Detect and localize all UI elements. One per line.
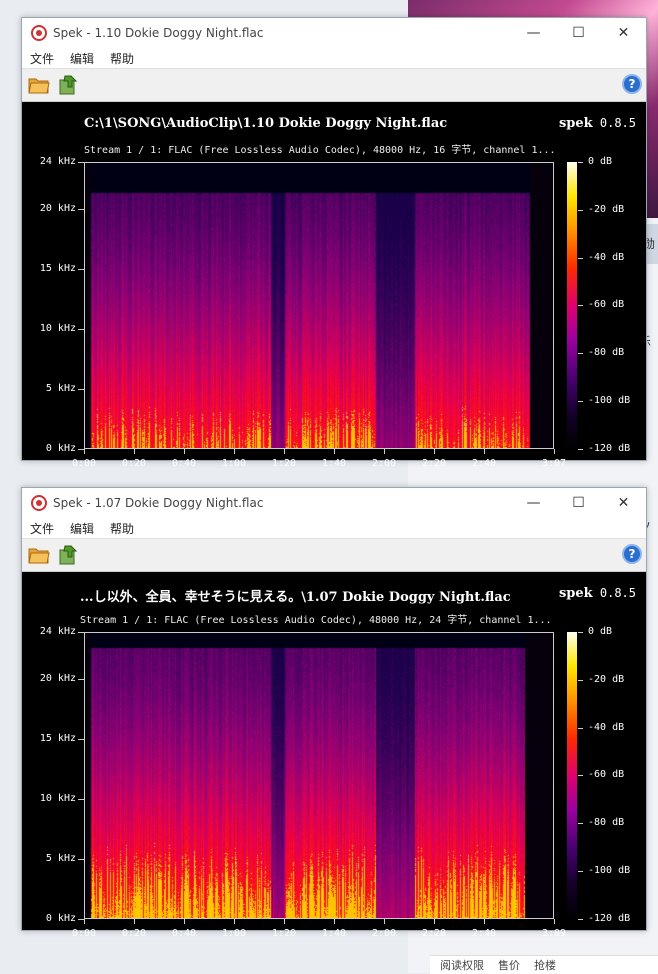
menu-edit[interactable]: 编辑 <box>62 50 102 67</box>
time-axis-label: 2:40 <box>471 458 497 469</box>
help-icon[interactable]: ? <box>622 544 642 564</box>
spek-app-icon <box>31 495 47 511</box>
time-axis-label: 2:20 <box>421 458 447 469</box>
file-path: C:\1\SONG\AudioClip\1.10 Dokie Doggy Nig… <box>84 116 448 131</box>
toolbar: ? <box>22 539 646 572</box>
close-icon[interactable]: ✕ <box>601 488 646 518</box>
file-path: ...し以外、全員、幸せそうに見える。\1.07 Dokie Doggy Nig… <box>80 590 511 605</box>
time-axis-label: 1:40 <box>321 928 347 939</box>
spectrogram-panel: ...し以外、全員、幸せそうに見える。\1.07 Dokie Doggy Nig… <box>22 572 646 939</box>
db-color-scale <box>567 632 577 919</box>
minimize-icon[interactable]: — <box>511 488 556 518</box>
db-scale-label: -120 dB <box>588 912 631 924</box>
folder-open-icon[interactable] <box>27 543 51 567</box>
menu-file[interactable]: 文件 <box>22 50 62 67</box>
spek-app-icon <box>31 25 47 41</box>
frequency-axis-label: 10 kHz <box>39 323 76 334</box>
frequency-axis-label: 0 kHz <box>45 913 76 924</box>
menu-edit[interactable]: 编辑 <box>62 520 102 537</box>
db-scale-label: -80 dB <box>588 347 625 359</box>
maximize-icon[interactable]: ☐ <box>556 18 601 48</box>
toolbar: ? <box>22 69 646 102</box>
window-title: Spek - 1.07 Dokie Doggy Night.flac <box>53 496 264 510</box>
db-scale-label: -60 dB <box>588 299 625 311</box>
menu-bar: 文件 编辑 帮助 <box>22 518 646 539</box>
time-axis-label: 2:00 <box>371 928 397 939</box>
db-scale-label: -100 dB <box>588 865 631 876</box>
time-axis-label: 0:00 <box>71 458 97 469</box>
app-version: spek 0.8.5 <box>559 116 636 131</box>
app-name: spek <box>558 586 593 601</box>
db-scale-label: -60 dB <box>588 769 625 781</box>
folder-open-icon[interactable] <box>27 73 51 97</box>
frequency-axis-label: 24 kHz <box>39 626 76 637</box>
frequency-axis-label: 20 kHz <box>39 673 76 684</box>
close-icon[interactable]: ✕ <box>601 18 646 48</box>
app-version: spek 0.8.5 <box>559 586 636 601</box>
title-bar[interactable]: Spek - 1.07 Dokie Doggy Night.flac — ☐ ✕ <box>22 488 646 518</box>
time-axis-label: 3:09 <box>541 928 567 939</box>
time-axis-label: 2:40 <box>471 928 497 939</box>
time-axis-label: 1:20 <box>271 928 297 939</box>
spek-window: Spek - 1.10 Dokie Doggy Night.flac — ☐ ✕… <box>21 17 647 469</box>
db-scale-label: -40 dB <box>588 251 625 263</box>
frequency-axis-label: 10 kHz <box>39 793 76 804</box>
spectrogram-plot[interactable] <box>84 162 554 449</box>
time-axis-label: 1:00 <box>221 458 247 469</box>
save-arrow-icon[interactable] <box>56 543 80 567</box>
title-bar[interactable]: Spek - 1.10 Dokie Doggy Night.flac — ☐ ✕ <box>22 18 646 48</box>
window-title: Spek - 1.10 Dokie Doggy Night.flac <box>53 26 264 40</box>
minimize-icon[interactable]: — <box>511 18 556 48</box>
version-number: 0.8.5 <box>599 116 636 130</box>
frequency-axis-label: 20 kHz <box>39 203 76 214</box>
app-name: spek <box>558 116 593 131</box>
time-axis-label: 1:20 <box>271 458 297 469</box>
spectrogram-canvas <box>85 163 553 448</box>
time-axis-label: 2:00 <box>371 458 397 469</box>
background-tab-bar: 阅读权限 售价 抢楼 <box>430 955 658 974</box>
spectrogram-canvas <box>85 633 553 918</box>
menu-bar: 文件 编辑 帮助 <box>22 48 646 69</box>
menu-help[interactable]: 帮助 <box>102 50 142 67</box>
time-axis-label: 2:20 <box>421 928 447 939</box>
time-axis-label: 1:00 <box>221 928 247 939</box>
db-scale-label: -40 dB <box>588 721 625 733</box>
frequency-axis-label: 24 kHz <box>39 156 76 167</box>
stream-info: Stream 1 / 1: FLAC (Free Lossless Audio … <box>84 145 556 156</box>
menu-help[interactable]: 帮助 <box>102 520 142 537</box>
time-axis-label: 0:20 <box>121 458 147 469</box>
frequency-axis-label: 5 kHz <box>45 383 76 394</box>
tab-read-permission[interactable]: 阅读权限 <box>440 957 484 973</box>
time-axis-label: 0:40 <box>171 458 197 469</box>
db-color-scale <box>567 162 577 449</box>
maximize-icon[interactable]: ☐ <box>556 488 601 518</box>
frequency-axis-label: 0 kHz <box>45 443 76 454</box>
help-icon[interactable]: ? <box>622 74 642 94</box>
time-axis-label: 1:40 <box>321 458 347 469</box>
frequency-axis-label: 5 kHz <box>45 853 76 864</box>
db-scale-label: -100 dB <box>588 395 631 406</box>
db-scale-label: -20 dB <box>588 203 625 215</box>
db-scale-label: -120 dB <box>588 442 631 454</box>
spek-window: Spek - 1.07 Dokie Doggy Night.flac — ☐ ✕… <box>21 487 647 939</box>
spectrogram-panel: C:\1\SONG\AudioClip\1.10 Dokie Doggy Nig… <box>22 102 646 469</box>
frequency-axis-label: 15 kHz <box>39 733 76 744</box>
db-scale-label: 0 dB <box>588 156 613 167</box>
stream-info: Stream 1 / 1: FLAC (Free Lossless Audio … <box>80 615 552 626</box>
time-axis-label: 0:40 <box>171 928 197 939</box>
time-axis-label: 0:00 <box>71 928 97 939</box>
tab-price[interactable]: 售价 <box>498 957 520 973</box>
db-scale-label: -80 dB <box>588 817 625 829</box>
menu-file[interactable]: 文件 <box>22 520 62 537</box>
time-axis-label: 3:07 <box>541 458 567 469</box>
save-arrow-icon[interactable] <box>56 73 80 97</box>
spectrogram-plot[interactable] <box>84 632 554 919</box>
db-scale-label: -20 dB <box>588 673 625 685</box>
tab-grab-floor[interactable]: 抢楼 <box>534 957 556 973</box>
version-number: 0.8.5 <box>599 586 636 600</box>
db-scale-label: 0 dB <box>588 626 613 637</box>
frequency-axis-label: 15 kHz <box>39 263 76 274</box>
time-axis-label: 0:20 <box>121 928 147 939</box>
